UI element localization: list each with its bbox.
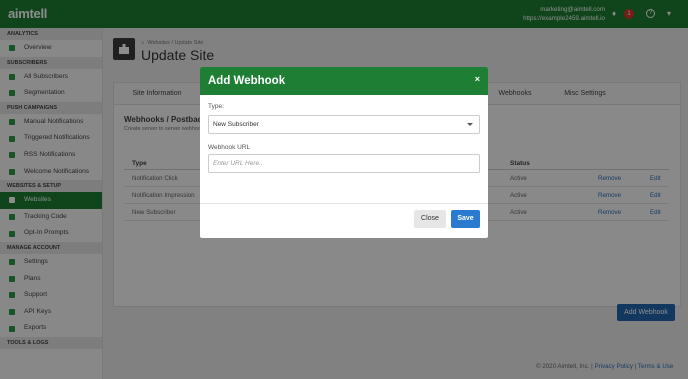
close-button[interactable]: Close (414, 210, 446, 228)
webhook-url-label: Webhook URL (208, 144, 251, 151)
modal-title: Add Webhook (208, 75, 286, 87)
caret-down-icon (467, 123, 473, 126)
webhook-url-input[interactable] (208, 154, 480, 173)
modal-header: Add Webhook × (200, 67, 488, 95)
type-select-value: New Subscriber (213, 121, 259, 128)
type-label: Type: (208, 103, 224, 110)
close-icon[interactable]: × (475, 74, 480, 84)
add-webhook-modal: Add Webhook × Type: New Subscriber Webho… (200, 67, 488, 238)
save-button[interactable]: Save (451, 210, 480, 228)
modal-divider (200, 203, 488, 204)
type-select[interactable]: New Subscriber (208, 115, 480, 134)
